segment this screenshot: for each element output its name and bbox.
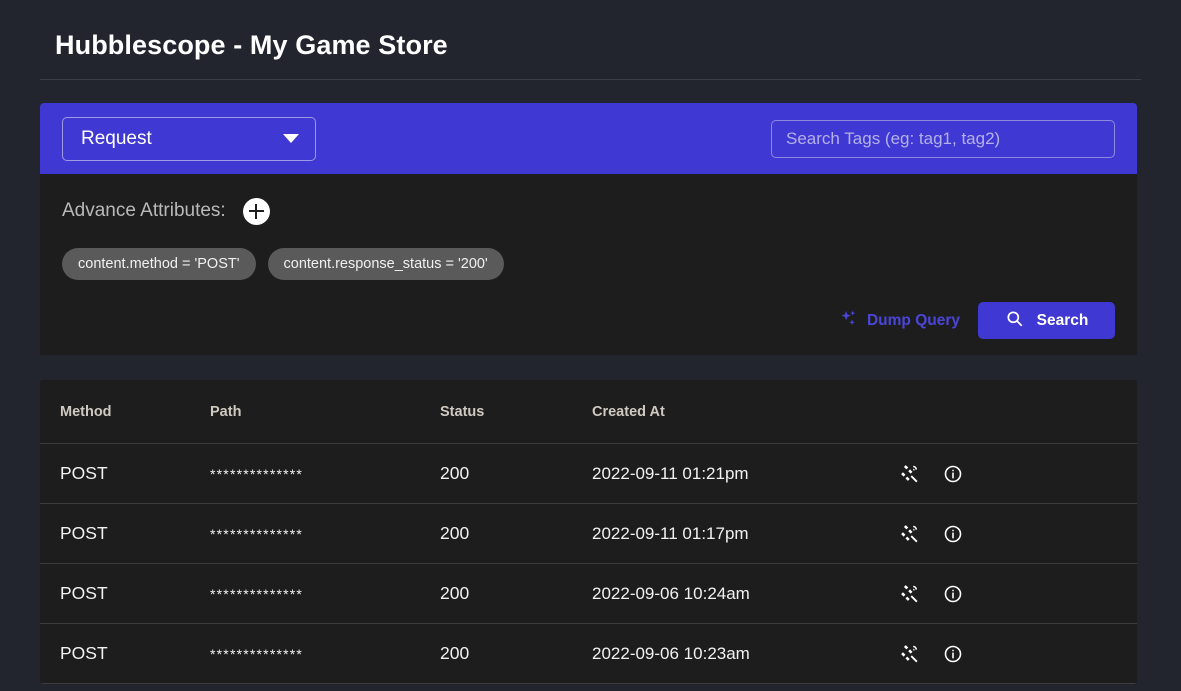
cell-created-at: 2022-09-06 10:23am bbox=[592, 623, 892, 684]
table-header-row: Method Path Status Created At bbox=[40, 380, 1137, 444]
info-icon[interactable] bbox=[943, 584, 963, 604]
cell-created-at: 2022-09-11 01:17pm bbox=[592, 503, 892, 564]
cell-actions bbox=[892, 623, 1137, 684]
satellite-icon[interactable] bbox=[900, 643, 921, 664]
row-action-group bbox=[892, 523, 1137, 544]
dump-query-button[interactable]: Dump Query bbox=[835, 303, 964, 339]
column-header-actions bbox=[892, 380, 1137, 444]
search-icon bbox=[1005, 309, 1024, 333]
results-table-head: Method Path Status Created At bbox=[40, 380, 1137, 444]
results-table: Method Path Status Created At POST *****… bbox=[40, 380, 1137, 684]
column-header-status[interactable]: Status bbox=[440, 380, 592, 444]
cell-path: ************** bbox=[210, 466, 304, 482]
tag-search-input[interactable] bbox=[771, 119, 1115, 158]
header-divider bbox=[40, 79, 1141, 80]
search-button[interactable]: Search bbox=[978, 302, 1115, 339]
cell-actions bbox=[892, 443, 1137, 504]
row-action-group bbox=[892, 643, 1137, 664]
cell-method: POST bbox=[40, 563, 210, 624]
results-table-card: Method Path Status Created At POST *****… bbox=[40, 380, 1137, 684]
query-builder-card: Request Advance Attributes: content.meth… bbox=[40, 103, 1137, 355]
sparkle-icon bbox=[839, 309, 858, 333]
cell-actions bbox=[892, 503, 1137, 564]
plus-circle-icon[interactable] bbox=[242, 197, 270, 225]
cell-status: 200 bbox=[440, 623, 592, 684]
cell-path: ************** bbox=[210, 526, 304, 542]
column-header-path[interactable]: Path bbox=[210, 380, 440, 444]
cell-method: POST bbox=[40, 443, 210, 504]
cell-created-at: 2022-09-11 01:21pm bbox=[592, 443, 892, 504]
table-row[interactable]: POST ************** 200 2022-09-11 01:21… bbox=[40, 443, 1137, 504]
record-type-select[interactable]: Request bbox=[62, 116, 316, 161]
query-actions: Dump Query Search bbox=[62, 302, 1115, 339]
advance-attributes-row: Advance Attributes: bbox=[62, 196, 1115, 226]
row-action-group bbox=[892, 463, 1137, 484]
cell-status: 200 bbox=[440, 503, 592, 564]
attribute-chip[interactable]: content.response_status = '200' bbox=[267, 248, 504, 280]
results-table-body: POST ************** 200 2022-09-11 01:21… bbox=[40, 443, 1137, 684]
record-type-select-value: Request bbox=[81, 127, 152, 149]
advance-attributes-label: Advance Attributes: bbox=[62, 200, 226, 221]
cell-status: 200 bbox=[440, 443, 592, 504]
cell-method: POST bbox=[40, 503, 210, 564]
info-icon[interactable] bbox=[943, 464, 963, 484]
cell-method: POST bbox=[40, 623, 210, 684]
advance-attributes-section: Advance Attributes: content.method = 'PO… bbox=[40, 174, 1137, 355]
satellite-icon[interactable] bbox=[900, 523, 921, 544]
query-toolbar: Request bbox=[40, 103, 1137, 174]
row-action-group bbox=[892, 583, 1137, 604]
table-row[interactable]: POST ************** 200 2022-09-11 01:17… bbox=[40, 503, 1137, 564]
cell-actions bbox=[892, 563, 1137, 624]
cell-path: ************** bbox=[210, 586, 304, 602]
table-row[interactable]: POST ************** 200 2022-09-06 10:24… bbox=[40, 563, 1137, 624]
satellite-icon[interactable] bbox=[900, 583, 921, 604]
info-icon[interactable] bbox=[943, 524, 963, 544]
chevron-down-icon bbox=[283, 134, 299, 143]
search-button-label: Search bbox=[1036, 311, 1089, 329]
info-icon[interactable] bbox=[943, 644, 963, 664]
cell-path: ************** bbox=[210, 646, 304, 662]
satellite-icon[interactable] bbox=[900, 463, 921, 484]
dump-query-label: Dump Query bbox=[866, 311, 960, 329]
app-root: Hubblescope - My Game Store Request Adva… bbox=[0, 0, 1181, 691]
cell-status: 200 bbox=[440, 563, 592, 624]
table-row[interactable]: POST ************** 200 2022-09-06 10:23… bbox=[40, 623, 1137, 684]
cell-created-at: 2022-09-06 10:24am bbox=[592, 563, 892, 624]
page-header: Hubblescope - My Game Store bbox=[0, 0, 1181, 64]
column-header-created-at[interactable]: Created At bbox=[592, 380, 892, 444]
column-header-method[interactable]: Method bbox=[40, 380, 210, 444]
attribute-chip-list: content.method = 'POST' content.response… bbox=[62, 248, 1115, 280]
attribute-chip[interactable]: content.method = 'POST' bbox=[62, 248, 256, 280]
page-title: Hubblescope - My Game Store bbox=[55, 30, 448, 60]
